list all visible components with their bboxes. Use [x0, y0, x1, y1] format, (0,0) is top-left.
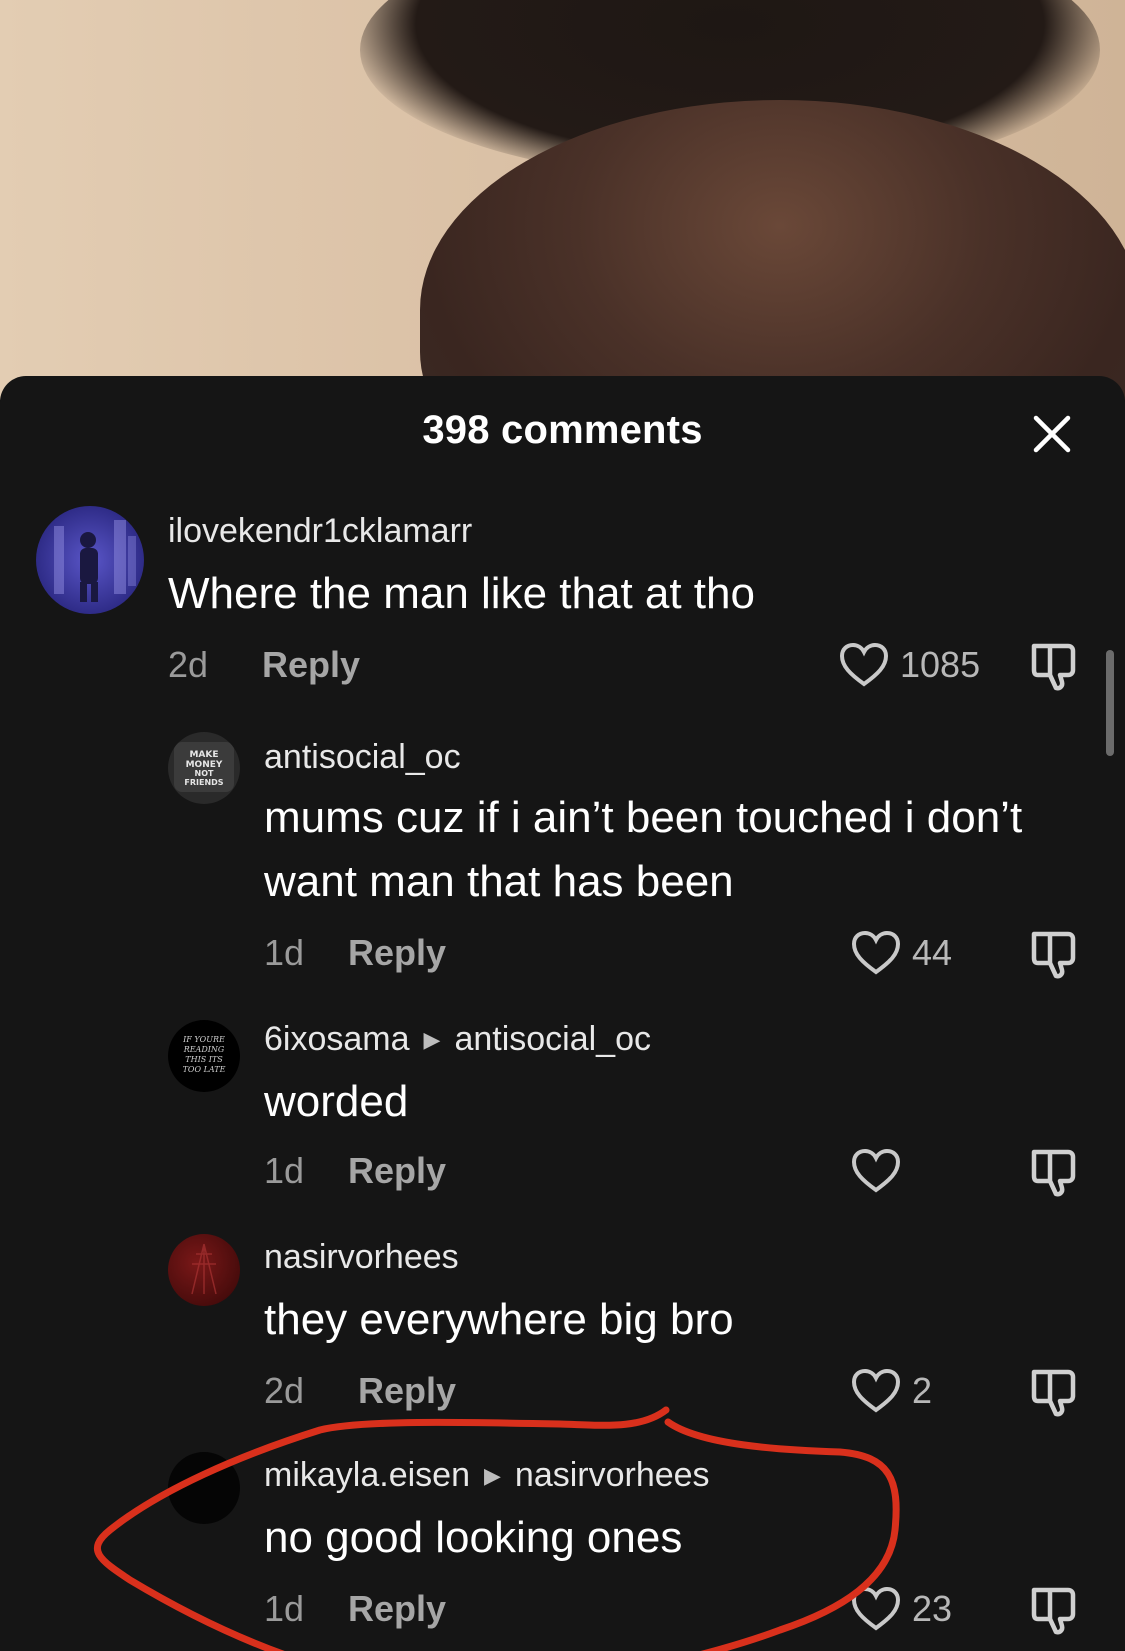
- username-link[interactable]: antisocial_oc: [264, 738, 461, 777]
- comments-count-title: 398 comments: [422, 408, 703, 452]
- heart-icon: [851, 1586, 901, 1631]
- comment-text: worded: [264, 1077, 409, 1126]
- like-button[interactable]: 1085: [838, 642, 980, 688]
- dislike-button[interactable]: [1028, 928, 1080, 985]
- thumbs-down-icon: [1031, 1587, 1076, 1635]
- comment-text-line: want man that has been: [264, 857, 734, 906]
- comment-username[interactable]: antisocial_oc: [264, 738, 461, 777]
- comment-age: 1d: [264, 1588, 305, 1629]
- svg-text:MAKE: MAKE: [189, 750, 218, 760]
- reply-button[interactable]: Reply: [348, 1150, 446, 1192]
- avatar[interactable]: [168, 1234, 240, 1306]
- dislike-button[interactable]: [1028, 1146, 1080, 1203]
- close-button[interactable]: [1030, 412, 1074, 456]
- thumbs-down-icon: [1031, 1149, 1076, 1197]
- avatar-image: MAKE MONEY NOT FRIENDS: [174, 742, 234, 792]
- reply-arrow-icon: ▶: [423, 1026, 441, 1052]
- avatar[interactable]: IF YOURE READING THIS ITS TOO LATE: [168, 1020, 240, 1092]
- like-count: 2: [912, 1370, 933, 1411]
- username-link[interactable]: 6ixosama: [264, 1020, 410, 1059]
- dislike-button[interactable]: [1028, 1584, 1080, 1641]
- like-button[interactable]: 44: [850, 930, 952, 976]
- avatar-image: [191, 1243, 217, 1295]
- avatar[interactable]: MAKE MONEY NOT FRIENDS: [168, 732, 240, 804]
- comment-age: 1d: [264, 1150, 305, 1191]
- thumbs-down-icon: [1031, 1369, 1076, 1417]
- reply-to-username-link[interactable]: antisocial_oc: [454, 1020, 651, 1059]
- close-icon: [1033, 415, 1071, 453]
- dislike-button[interactable]: [1028, 1366, 1080, 1423]
- like-button[interactable]: [850, 1148, 912, 1194]
- comment-age: 2d: [168, 644, 209, 685]
- comment-username[interactable]: ilovekendr1cklamarr: [168, 512, 472, 551]
- reply-button[interactable]: Reply: [348, 932, 446, 974]
- video-frame[interactable]: [0, 0, 1125, 400]
- reply-button[interactable]: Reply: [262, 644, 360, 686]
- comment-text: Where the man like that at tho: [168, 569, 755, 618]
- comments-sheet: 398 comments ilovekendr1cklamarr Where t…: [0, 376, 1125, 1651]
- like-count: 23: [912, 1588, 953, 1629]
- comment-text: they everywhere big bro: [264, 1295, 734, 1344]
- comment-username[interactable]: mikayla.eisen ▶ nasirvorhees: [264, 1456, 710, 1495]
- like-button[interactable]: 23: [850, 1586, 952, 1632]
- avatar[interactable]: [168, 1452, 240, 1524]
- svg-text:READING: READING: [183, 1045, 225, 1054]
- like-count: 1085: [900, 644, 981, 685]
- comment-text: no good looking ones: [264, 1513, 683, 1562]
- reply-button[interactable]: Reply: [358, 1370, 456, 1412]
- comment-username[interactable]: 6ixosama ▶ antisocial_oc: [264, 1020, 651, 1059]
- reply-arrow-icon: ▶: [483, 1462, 501, 1488]
- avatar[interactable]: [36, 506, 144, 614]
- comment-text-line: mums cuz if i ain’t been touched i don’t: [264, 793, 1023, 842]
- dislike-button[interactable]: [1028, 640, 1080, 697]
- heart-icon: [851, 1368, 901, 1413]
- svg-text:IF YOURE: IF YOURE: [182, 1035, 225, 1044]
- heart-icon: [851, 930, 901, 975]
- scrollbar[interactable]: [1106, 650, 1114, 756]
- username-link[interactable]: nasirvorhees: [264, 1238, 459, 1277]
- comment-text: mums cuz if i ain’t been touched i don’t…: [264, 786, 1022, 914]
- reply-to-username-link[interactable]: nasirvorhees: [515, 1456, 710, 1495]
- reply-button[interactable]: Reply: [348, 1588, 446, 1630]
- avatar-image: IF YOURE READING THIS ITS TOO LATE: [182, 1035, 226, 1074]
- comment-username[interactable]: nasirvorhees: [264, 1238, 459, 1277]
- comment-age: 1d: [264, 932, 305, 973]
- comment-age: 2d: [264, 1370, 305, 1411]
- username-link[interactable]: ilovekendr1cklamarr: [168, 512, 472, 551]
- heart-icon: [839, 642, 889, 687]
- username-link[interactable]: mikayla.eisen: [264, 1456, 470, 1495]
- svg-text:NOT: NOT: [195, 769, 214, 778]
- like-button[interactable]: 2: [850, 1368, 932, 1414]
- svg-text:THIS ITS: THIS ITS: [185, 1055, 223, 1064]
- avatar-image: [54, 520, 136, 602]
- thumbs-down-icon: [1031, 931, 1076, 979]
- thumbs-down-icon: [1031, 643, 1076, 691]
- heart-icon: [851, 1148, 901, 1193]
- like-count: 44: [912, 932, 953, 973]
- svg-text:FRIENDS: FRIENDS: [184, 778, 223, 787]
- svg-text:TOO LATE: TOO LATE: [183, 1065, 226, 1074]
